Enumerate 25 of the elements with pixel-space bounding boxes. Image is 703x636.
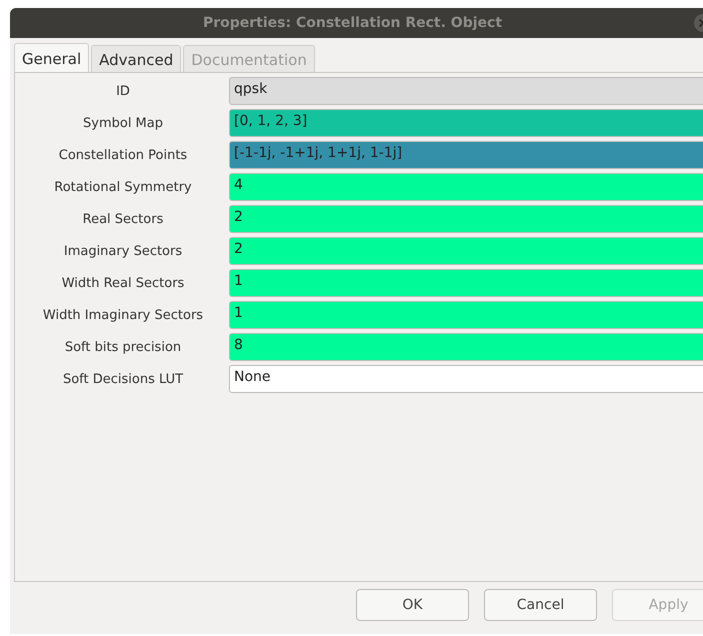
property-label: Width Imaginary Sectors bbox=[42, 308, 204, 322]
property-label: Soft bits precision bbox=[64, 340, 182, 354]
tab[interactable]: Advanced bbox=[91, 45, 182, 72]
property-label: ID bbox=[115, 84, 131, 98]
dialog-button[interactable]: OK bbox=[356, 589, 469, 621]
property-label: Constellation Points bbox=[58, 148, 188, 162]
property-field[interactable]: None bbox=[229, 365, 703, 393]
property-field[interactable]: 8 bbox=[229, 333, 703, 361]
property-label: Imaginary Sectors bbox=[62, 244, 184, 258]
property-label: Width Real Sectors bbox=[60, 276, 186, 290]
property-field[interactable]: 1 bbox=[229, 301, 703, 329]
property-field[interactable]: [0, 1, 2, 3] bbox=[229, 109, 703, 137]
property-field[interactable]: [-1-1j, -1+1j, 1+1j, 1-1j] bbox=[229, 141, 703, 169]
property-field[interactable]: 1 bbox=[229, 269, 703, 297]
tab[interactable]: General bbox=[14, 43, 90, 72]
property-label: Rotational Symmetry bbox=[53, 180, 193, 194]
property-label: Real Sectors bbox=[82, 212, 164, 226]
window-title: Properties: Constellation Rect. Object bbox=[202, 15, 502, 31]
property-field[interactable]: 4 bbox=[229, 173, 703, 201]
property-field[interactable]: 2 bbox=[229, 237, 703, 265]
property-field[interactable]: qpsk bbox=[229, 77, 703, 105]
property-label: Symbol Map bbox=[82, 116, 164, 130]
dialog-button[interactable]: Cancel bbox=[484, 589, 597, 621]
property-label: Soft Decisions LUT bbox=[62, 372, 184, 386]
property-field[interactable]: 2 bbox=[229, 205, 703, 233]
